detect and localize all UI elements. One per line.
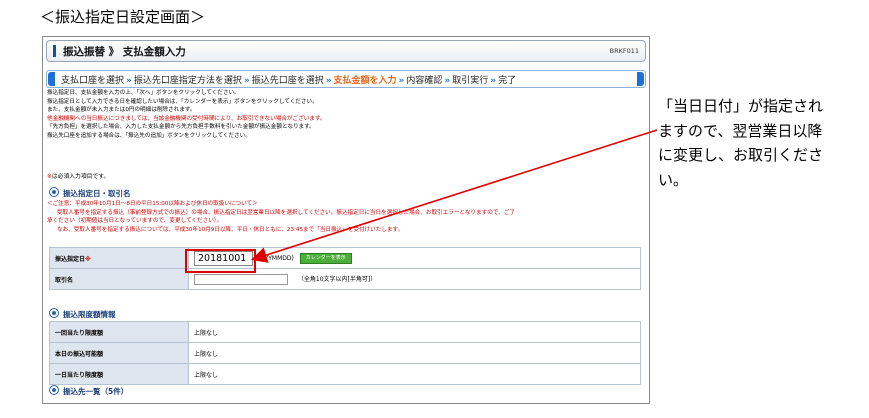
callout-line: い。 bbox=[658, 170, 689, 189]
callout-arrow-line bbox=[250, 129, 658, 263]
callout-text: 「当日日付」が指定され ますので、翌営業日以降 に変更し、お取引くださ い。 bbox=[658, 94, 860, 192]
callout-arrow bbox=[250, 129, 658, 263]
callout-line: に変更し、お取引くださ bbox=[658, 146, 824, 164]
callout-line: ますので、翌営業日以降 bbox=[658, 121, 823, 140]
callout-line: 「当日日付」が指定され bbox=[658, 97, 824, 115]
